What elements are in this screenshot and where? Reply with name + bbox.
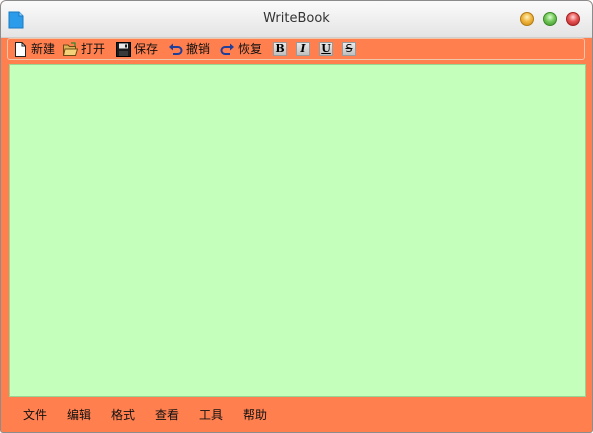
minimize-icon[interactable] xyxy=(520,12,534,26)
save-disk-icon xyxy=(116,42,131,57)
menu-bar: 文件 编辑 格式 查看 工具 帮助 xyxy=(1,400,592,428)
strikethrough-button[interactable]: S xyxy=(342,42,356,56)
app-window: WriteBook 新建 打开 保存 撤销 恢复 B I U S 文件 编辑 格… xyxy=(0,0,593,433)
text-editor[interactable] xyxy=(9,64,586,397)
menu-view[interactable]: 查看 xyxy=(155,406,179,423)
italic-button[interactable]: I xyxy=(296,42,310,56)
window-title: WriteBook xyxy=(263,11,330,26)
open-button-label: 打开 xyxy=(81,42,106,56)
menu-tools[interactable]: 工具 xyxy=(199,406,223,423)
undo-button[interactable]: 撤销 xyxy=(168,41,212,58)
title-bar[interactable]: WriteBook xyxy=(1,1,592,38)
menu-file[interactable]: 文件 xyxy=(23,406,47,423)
new-file-icon xyxy=(13,42,28,57)
new-button-label: 新建 xyxy=(31,42,56,56)
undo-button-label: 撤销 xyxy=(186,42,211,56)
menu-edit[interactable]: 编辑 xyxy=(67,406,91,423)
maximize-icon[interactable] xyxy=(543,12,557,26)
new-button[interactable]: 新建 xyxy=(13,41,57,58)
underline-button[interactable]: U xyxy=(319,42,333,56)
menu-help[interactable]: 帮助 xyxy=(243,406,267,423)
menu-format[interactable]: 格式 xyxy=(111,406,135,423)
redo-button-label: 恢复 xyxy=(238,42,263,56)
save-button[interactable]: 保存 xyxy=(116,41,160,58)
open-folder-icon xyxy=(62,42,79,57)
open-button[interactable]: 打开 xyxy=(62,41,107,58)
close-icon[interactable] xyxy=(566,12,580,26)
save-button-label: 保存 xyxy=(134,42,159,56)
toolbar: 新建 打开 保存 撤销 恢复 B I U S xyxy=(7,38,585,60)
redo-icon xyxy=(220,42,235,57)
undo-icon xyxy=(168,42,183,57)
bold-button[interactable]: B xyxy=(273,42,287,56)
redo-button[interactable]: 恢复 xyxy=(220,41,264,58)
